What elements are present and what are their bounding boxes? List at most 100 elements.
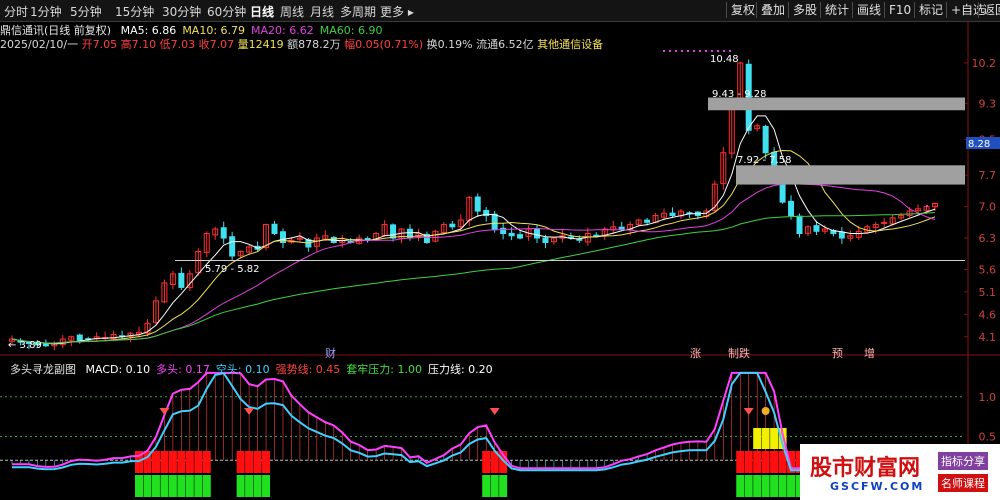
green-block-0-20	[177, 475, 186, 497]
green-block-2-57	[490, 475, 499, 497]
indicator-header: 多头寻龙副图 MACD: 0.10 多头: 0.17 空头: 0.10 强势线: 0.…	[10, 361, 499, 377]
green-block-2-56	[482, 475, 491, 497]
marker-dot-1	[669, 50, 671, 52]
green-block-1-29	[253, 475, 262, 497]
yellow-block-90	[770, 428, 779, 449]
red-block-0-23	[202, 451, 211, 473]
candle-body-52	[449, 223, 456, 228]
candle-body-63	[542, 237, 549, 244]
green-block-0-22	[194, 475, 203, 497]
zone2-label: 7.92 - 7.58	[737, 155, 792, 166]
event-marker-2: 制跌	[728, 346, 750, 360]
candle-body-92	[788, 200, 795, 217]
green-block-3-87	[744, 475, 753, 497]
red-block-0-20	[177, 451, 186, 473]
red-block-1-28	[245, 451, 254, 473]
red-block-1-29	[253, 451, 262, 473]
gem-icon-2	[489, 408, 500, 415]
stock-chart: 10.29.38.57.77.06.35.65.14.64.110.489.43…	[0, 22, 1000, 500]
green-block-3-88	[753, 475, 762, 497]
green-block-3-86	[736, 475, 745, 497]
marker-dot-4	[687, 50, 689, 52]
candle-body-26	[229, 236, 236, 257]
green-block-3-92	[787, 475, 796, 497]
marker-dot-0	[663, 50, 665, 52]
quote-line: 2025/02/10/一 开7.05 高7.10 低7.03 收7.07 量12…	[0, 36, 603, 52]
green-block-0-23	[202, 475, 211, 497]
event-marker-0: 财	[325, 346, 336, 360]
red-block-0-18	[160, 451, 169, 473]
zone3-label: 5.79 - 5.82	[205, 264, 260, 275]
quote-field-7: 幅0.05(0.71%)	[344, 38, 427, 51]
indicator-value-3: 强势线: 0.45	[275, 363, 341, 376]
marker-dot-9	[717, 50, 719, 52]
candle-body-78	[669, 212, 676, 217]
quote-field-4: 收7.07	[198, 38, 238, 51]
marker-dot-6	[699, 50, 701, 52]
red-block-0-19	[168, 451, 177, 473]
marker-dot-10	[723, 50, 725, 52]
marker-dot-end	[926, 205, 928, 207]
indicator-value-0: MACD: 0.10	[85, 363, 151, 376]
signal-dot-icon	[761, 407, 770, 415]
gem-icon-1	[244, 408, 255, 415]
candle-body-4	[42, 343, 49, 347]
green-block-0-17	[151, 475, 160, 497]
ma-line-20	[11, 183, 936, 344]
green-block-2-58	[499, 475, 508, 497]
indicator-value-2: 空头: 0.10	[215, 363, 270, 376]
y-tick-label-5: 6.3	[979, 232, 997, 245]
marker-dot-7	[705, 50, 707, 52]
y-tick-label-0: 10.2	[972, 57, 997, 70]
high-label: 10.48	[710, 54, 739, 65]
y-tick-label-8: 4.6	[979, 308, 997, 321]
watermark-tag-course[interactable]: 名师课程	[938, 474, 988, 492]
red-block-3-86	[736, 451, 745, 473]
y-tick-label-9: 4.1	[979, 331, 997, 344]
candle-body-89	[762, 125, 769, 154]
red-block-3-88	[753, 451, 762, 473]
marker-dot-8	[711, 50, 713, 52]
pressure-zone-2	[736, 165, 965, 185]
y-tick-label-3: 7.7	[979, 169, 997, 182]
candle-body-8	[76, 334, 83, 341]
red-block-3-87	[744, 451, 753, 473]
y-tick-label-1: 9.3	[979, 97, 997, 110]
red-block-0-17	[151, 451, 160, 473]
green-block-1-28	[245, 475, 254, 497]
green-block-1-30	[262, 475, 271, 497]
ind-tick-label-1: 0.5	[979, 430, 997, 443]
candle-body-20	[178, 272, 185, 288]
candle-body-57	[491, 213, 498, 230]
red-block-2-56	[482, 451, 491, 473]
event-marker-4: 增	[864, 346, 875, 360]
candle-body-25	[220, 227, 227, 239]
watermark-sub: GSCFW.COM	[830, 480, 925, 493]
quote-field-2: 高7.10	[120, 38, 160, 51]
quote-field-10: 其他通信设备	[537, 38, 604, 51]
marker-dot-3	[681, 50, 683, 52]
green-block-0-16	[143, 475, 152, 497]
red-block-3-89	[761, 451, 770, 473]
red-block-0-21	[185, 451, 194, 473]
candle-body-59	[508, 232, 515, 237]
green-block-0-19	[168, 475, 177, 497]
candle-body-95	[813, 225, 820, 232]
green-block-3-90	[770, 475, 779, 497]
zone1-label: 9.43 - 9.28	[712, 89, 767, 100]
quote-field-6: 额878.2万	[287, 38, 345, 51]
y-tick-label-4: 7.0	[979, 201, 997, 214]
watermark-tag-share[interactable]: 指标分享	[938, 452, 988, 470]
gem-icon-0	[159, 408, 170, 415]
red-block-1-27	[236, 451, 245, 473]
event-marker-1: 涨	[690, 347, 701, 360]
yellow-block-88	[753, 428, 762, 449]
indicator-value-1: 多头: 0.17	[156, 363, 210, 376]
indicator-name: 多头寻龙副图	[10, 363, 76, 376]
green-block-1-27	[236, 475, 245, 497]
gem-icon-3	[743, 408, 754, 415]
quote-field-9: 流通6.52亿	[476, 38, 538, 51]
green-block-3-89	[761, 475, 770, 497]
candle-body-93	[796, 215, 803, 235]
candle-body-45	[390, 224, 397, 239]
